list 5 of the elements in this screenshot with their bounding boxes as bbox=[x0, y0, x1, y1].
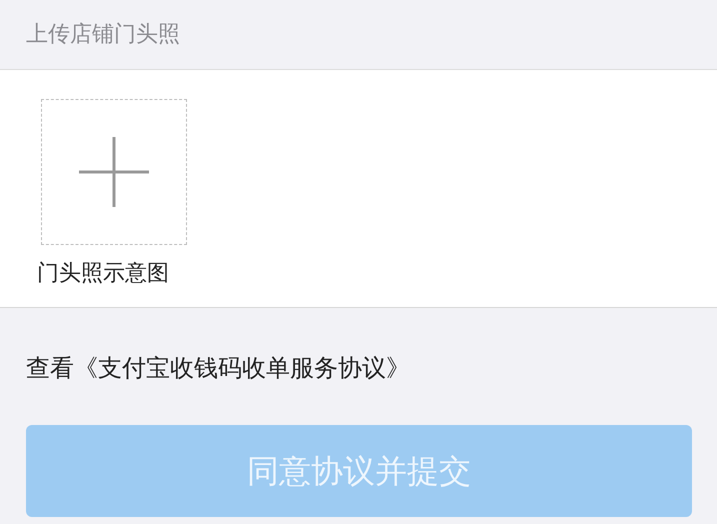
plus-icon bbox=[79, 137, 149, 207]
upload-caption: 门头照示意图 bbox=[37, 260, 169, 288]
agreement-link[interactable]: 查看《支付宝收钱码收单服务协议》 bbox=[26, 354, 410, 382]
section-title: 上传店铺门头照 bbox=[26, 21, 180, 49]
upload-tile[interactable] bbox=[41, 99, 187, 245]
